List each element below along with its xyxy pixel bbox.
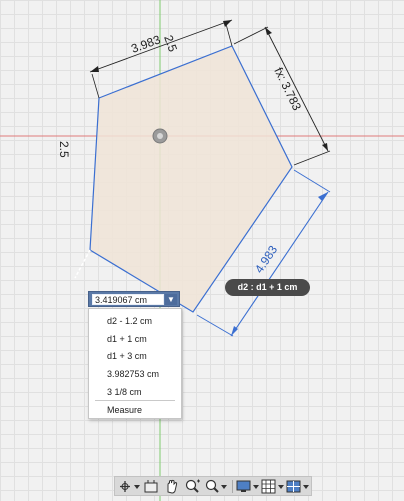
look-at-icon[interactable] — [143, 479, 159, 494]
display-settings-icon[interactable] — [236, 479, 260, 494]
active-edge-dimension-label[interactable]: 4.983 — [252, 243, 281, 276]
dropdown-item[interactable]: 3.982753 cm — [107, 368, 159, 380]
expression-dropdown-button[interactable]: ▼ — [165, 294, 177, 305]
navigation-toolbar — [114, 476, 312, 496]
dropdown-item[interactable]: d1 + 3 cm — [107, 350, 147, 362]
measure-menu-item[interactable]: Measure — [107, 404, 142, 416]
chevron-down-icon: ▼ — [167, 295, 175, 304]
grid-settings-icon[interactable] — [261, 479, 285, 494]
top-partial-dimension-label: 2.5 — [161, 33, 180, 54]
dimension-expression-tooltip: d2 : d1 + 1 cm — [225, 279, 310, 296]
viewports-icon[interactable] — [286, 479, 310, 494]
dimension-value-field[interactable] — [92, 294, 164, 305]
zoom-icon[interactable] — [184, 479, 202, 494]
orbit-icon[interactable] — [118, 479, 142, 494]
toolbar-separator — [232, 480, 233, 493]
right-edge-dimension-label[interactable]: fx: 3.783 — [271, 65, 304, 113]
left-axis-dimension-label: 2.5 — [57, 141, 71, 158]
expression-dropdown-menu: d2 - 1.2 cm d1 + 1 cm d1 + 3 cm 3.982753… — [88, 308, 182, 419]
dropdown-separator — [95, 400, 175, 401]
dropdown-item[interactable]: 3 1/8 cm — [107, 386, 142, 398]
dropdown-item[interactable]: d2 - 1.2 cm — [107, 315, 152, 327]
sketch-canvas[interactable]: 3.983 2.5 fx: 3.783 2.5 4.983 — [0, 0, 404, 501]
fit-icon[interactable] — [204, 479, 228, 494]
dimension-input-box: ▼ — [88, 291, 180, 307]
top-edge-dimension-label[interactable]: 3.983 — [129, 32, 162, 56]
origin-icon[interactable] — [152, 128, 168, 144]
dropdown-item[interactable]: d1 + 1 cm — [107, 333, 147, 345]
construction-line — [74, 249, 91, 279]
pan-icon[interactable] — [164, 479, 180, 494]
